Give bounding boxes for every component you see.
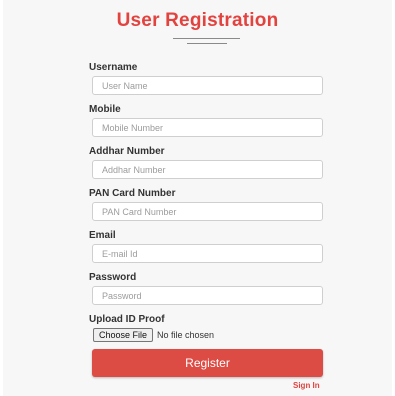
addhar-label: Addhar Number	[89, 146, 165, 157]
mobile-input[interactable]	[92, 118, 323, 137]
email-input[interactable]	[92, 244, 323, 263]
title-divider	[173, 38, 240, 39]
file-status: No file chosen	[157, 330, 215, 340]
page-title: User Registration	[116, 10, 279, 31]
username-input[interactable]	[92, 76, 323, 95]
email-label: Email	[89, 230, 116, 241]
sign-in-link[interactable]: Sign In	[293, 381, 320, 390]
upload-label: Upload ID Proof	[89, 314, 165, 325]
password-label: Password	[89, 272, 137, 283]
addhar-input[interactable]	[92, 160, 323, 179]
username-label: Username	[89, 62, 138, 73]
pan-input[interactable]	[92, 202, 323, 221]
choose-file-button[interactable]: Choose File	[93, 328, 154, 342]
title-divider-short	[187, 43, 227, 44]
pan-label: PAN Card Number	[89, 188, 176, 199]
register-button[interactable]: Register	[92, 349, 323, 377]
mobile-label: Mobile	[89, 104, 121, 115]
file-upload: Choose File No file chosen	[93, 328, 214, 342]
password-input[interactable]	[92, 286, 323, 305]
registration-card: User Registration Username Mobile Addhar…	[3, 0, 392, 396]
